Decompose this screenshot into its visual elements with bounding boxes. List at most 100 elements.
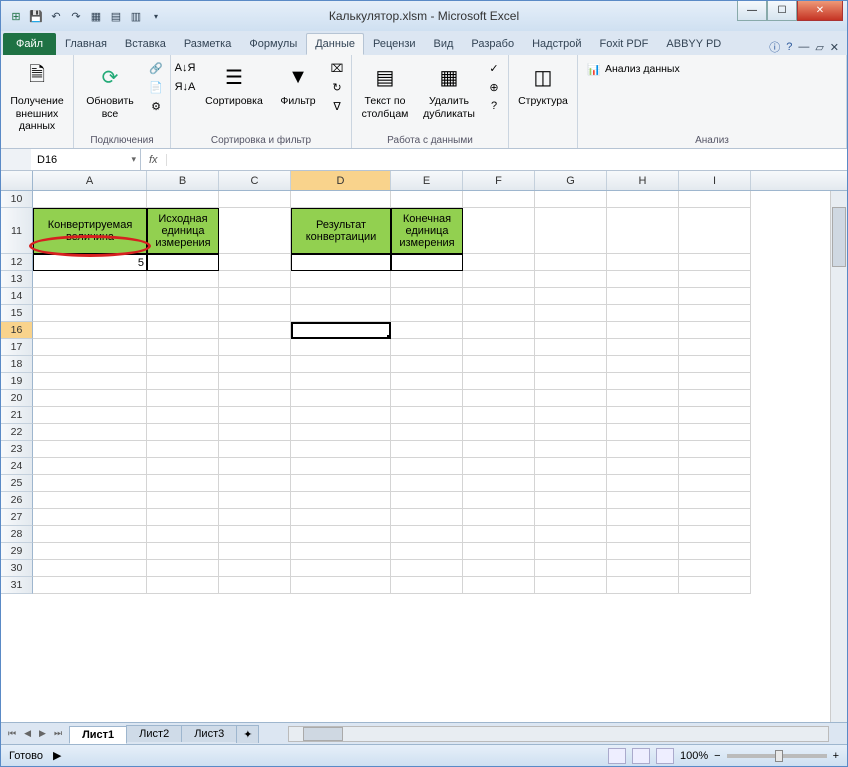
- cell-D23[interactable]: [291, 441, 391, 458]
- properties-button[interactable]: 📄: [146, 78, 166, 96]
- spreadsheet-grid[interactable]: ABCDEFGHI 1011Конвертируемая величинаИсх…: [1, 171, 847, 722]
- cell-G18[interactable]: [535, 356, 607, 373]
- cell-D13[interactable]: [291, 271, 391, 288]
- cell-H19[interactable]: [607, 373, 679, 390]
- cell-F12[interactable]: [463, 254, 535, 271]
- cell-E31[interactable]: [391, 577, 463, 594]
- cell-G21[interactable]: [535, 407, 607, 424]
- cell-A24[interactable]: [33, 458, 147, 475]
- cell-C18[interactable]: [219, 356, 291, 373]
- cell-A20[interactable]: [33, 390, 147, 407]
- cell-F25[interactable]: [463, 475, 535, 492]
- cell-H27[interactable]: [607, 509, 679, 526]
- get-external-data-button[interactable]: 🗎 Получение внешних данных: [5, 57, 69, 133]
- cell-H21[interactable]: [607, 407, 679, 424]
- column-header-A[interactable]: A: [33, 171, 147, 190]
- cell-A22[interactable]: [33, 424, 147, 441]
- cell-C13[interactable]: [219, 271, 291, 288]
- cell-I16[interactable]: [679, 322, 751, 339]
- cell-C10[interactable]: [219, 191, 291, 208]
- row-header[interactable]: 12: [1, 254, 33, 271]
- sort-button[interactable]: ☰ Сортировка: [199, 57, 269, 108]
- cell-H31[interactable]: [607, 577, 679, 594]
- row-header[interactable]: 30: [1, 560, 33, 577]
- cell-D17[interactable]: [291, 339, 391, 356]
- cell-C29[interactable]: [219, 543, 291, 560]
- refresh-all-button[interactable]: ⟳ Обновить все: [78, 57, 142, 120]
- cell-I18[interactable]: [679, 356, 751, 373]
- page-break-view-button[interactable]: [656, 748, 674, 764]
- cell-H29[interactable]: [607, 543, 679, 560]
- sheet-nav-next[interactable]: ▶: [36, 728, 49, 739]
- tab-insert[interactable]: Вставка: [116, 33, 175, 55]
- cell-H12[interactable]: [607, 254, 679, 271]
- cell-B10[interactable]: [147, 191, 219, 208]
- cell-G12[interactable]: [535, 254, 607, 271]
- cell-D18[interactable]: [291, 356, 391, 373]
- cell-B29[interactable]: [147, 543, 219, 560]
- cell-I13[interactable]: [679, 271, 751, 288]
- cell-D19[interactable]: [291, 373, 391, 390]
- cell-B19[interactable]: [147, 373, 219, 390]
- cell-H26[interactable]: [607, 492, 679, 509]
- row-header[interactable]: 27: [1, 509, 33, 526]
- cell-I30[interactable]: [679, 560, 751, 577]
- cell-B17[interactable]: [147, 339, 219, 356]
- cell-C12[interactable]: [219, 254, 291, 271]
- cell-G24[interactable]: [535, 458, 607, 475]
- redo-icon[interactable]: ↷: [67, 7, 85, 25]
- cell-I27[interactable]: [679, 509, 751, 526]
- tab-foxit[interactable]: Foxit PDF: [591, 33, 658, 55]
- column-header-H[interactable]: H: [607, 171, 679, 190]
- fx-button[interactable]: fx: [141, 154, 167, 166]
- cell-G10[interactable]: [535, 191, 607, 208]
- cell-H18[interactable]: [607, 356, 679, 373]
- cell-E16[interactable]: [391, 322, 463, 339]
- cell-A16[interactable]: [33, 322, 147, 339]
- zoom-slider[interactable]: [727, 754, 827, 758]
- cell-A12[interactable]: 5: [33, 254, 147, 271]
- cell-A30[interactable]: [33, 560, 147, 577]
- cell-F10[interactable]: [463, 191, 535, 208]
- cell-F14[interactable]: [463, 288, 535, 305]
- cell-B22[interactable]: [147, 424, 219, 441]
- cell-A23[interactable]: [33, 441, 147, 458]
- cell-G13[interactable]: [535, 271, 607, 288]
- undo-icon[interactable]: ↶: [47, 7, 65, 25]
- cell-C22[interactable]: [219, 424, 291, 441]
- cell-G19[interactable]: [535, 373, 607, 390]
- tab-formulas[interactable]: Формулы: [240, 33, 306, 55]
- select-all-corner[interactable]: [1, 171, 33, 190]
- sheet-nav-last[interactable]: ⏭: [51, 728, 65, 739]
- cell-C16[interactable]: [219, 322, 291, 339]
- help-icon[interactable]: ?: [786, 41, 792, 53]
- cell-I25[interactable]: [679, 475, 751, 492]
- column-header-F[interactable]: F: [463, 171, 535, 190]
- cell-H10[interactable]: [607, 191, 679, 208]
- cell-D22[interactable]: [291, 424, 391, 441]
- cell-A19[interactable]: [33, 373, 147, 390]
- cell-B12[interactable]: [147, 254, 219, 271]
- cell-H22[interactable]: [607, 424, 679, 441]
- edit-links-button[interactable]: ⚙: [146, 97, 166, 115]
- qat-dropdown-icon[interactable]: ▾: [147, 7, 165, 25]
- sort-az-button[interactable]: А↓Я: [175, 59, 195, 77]
- cell-D16[interactable]: [291, 322, 391, 339]
- cell-A18[interactable]: [33, 356, 147, 373]
- cell-B27[interactable]: [147, 509, 219, 526]
- cell-F22[interactable]: [463, 424, 535, 441]
- row-header[interactable]: 20: [1, 390, 33, 407]
- tab-view[interactable]: Вид: [425, 33, 463, 55]
- cell-D20[interactable]: [291, 390, 391, 407]
- cell-I28[interactable]: [679, 526, 751, 543]
- cell-I29[interactable]: [679, 543, 751, 560]
- cell-A11[interactable]: Конвертируемая величина: [33, 208, 147, 254]
- cell-E14[interactable]: [391, 288, 463, 305]
- reapply-button[interactable]: ↻: [327, 78, 347, 96]
- sheet-tab-2[interactable]: Лист2: [126, 725, 182, 742]
- cell-C20[interactable]: [219, 390, 291, 407]
- cell-C27[interactable]: [219, 509, 291, 526]
- cell-B21[interactable]: [147, 407, 219, 424]
- cell-H17[interactable]: [607, 339, 679, 356]
- cell-E11[interactable]: Конечная единица измерения: [391, 208, 463, 254]
